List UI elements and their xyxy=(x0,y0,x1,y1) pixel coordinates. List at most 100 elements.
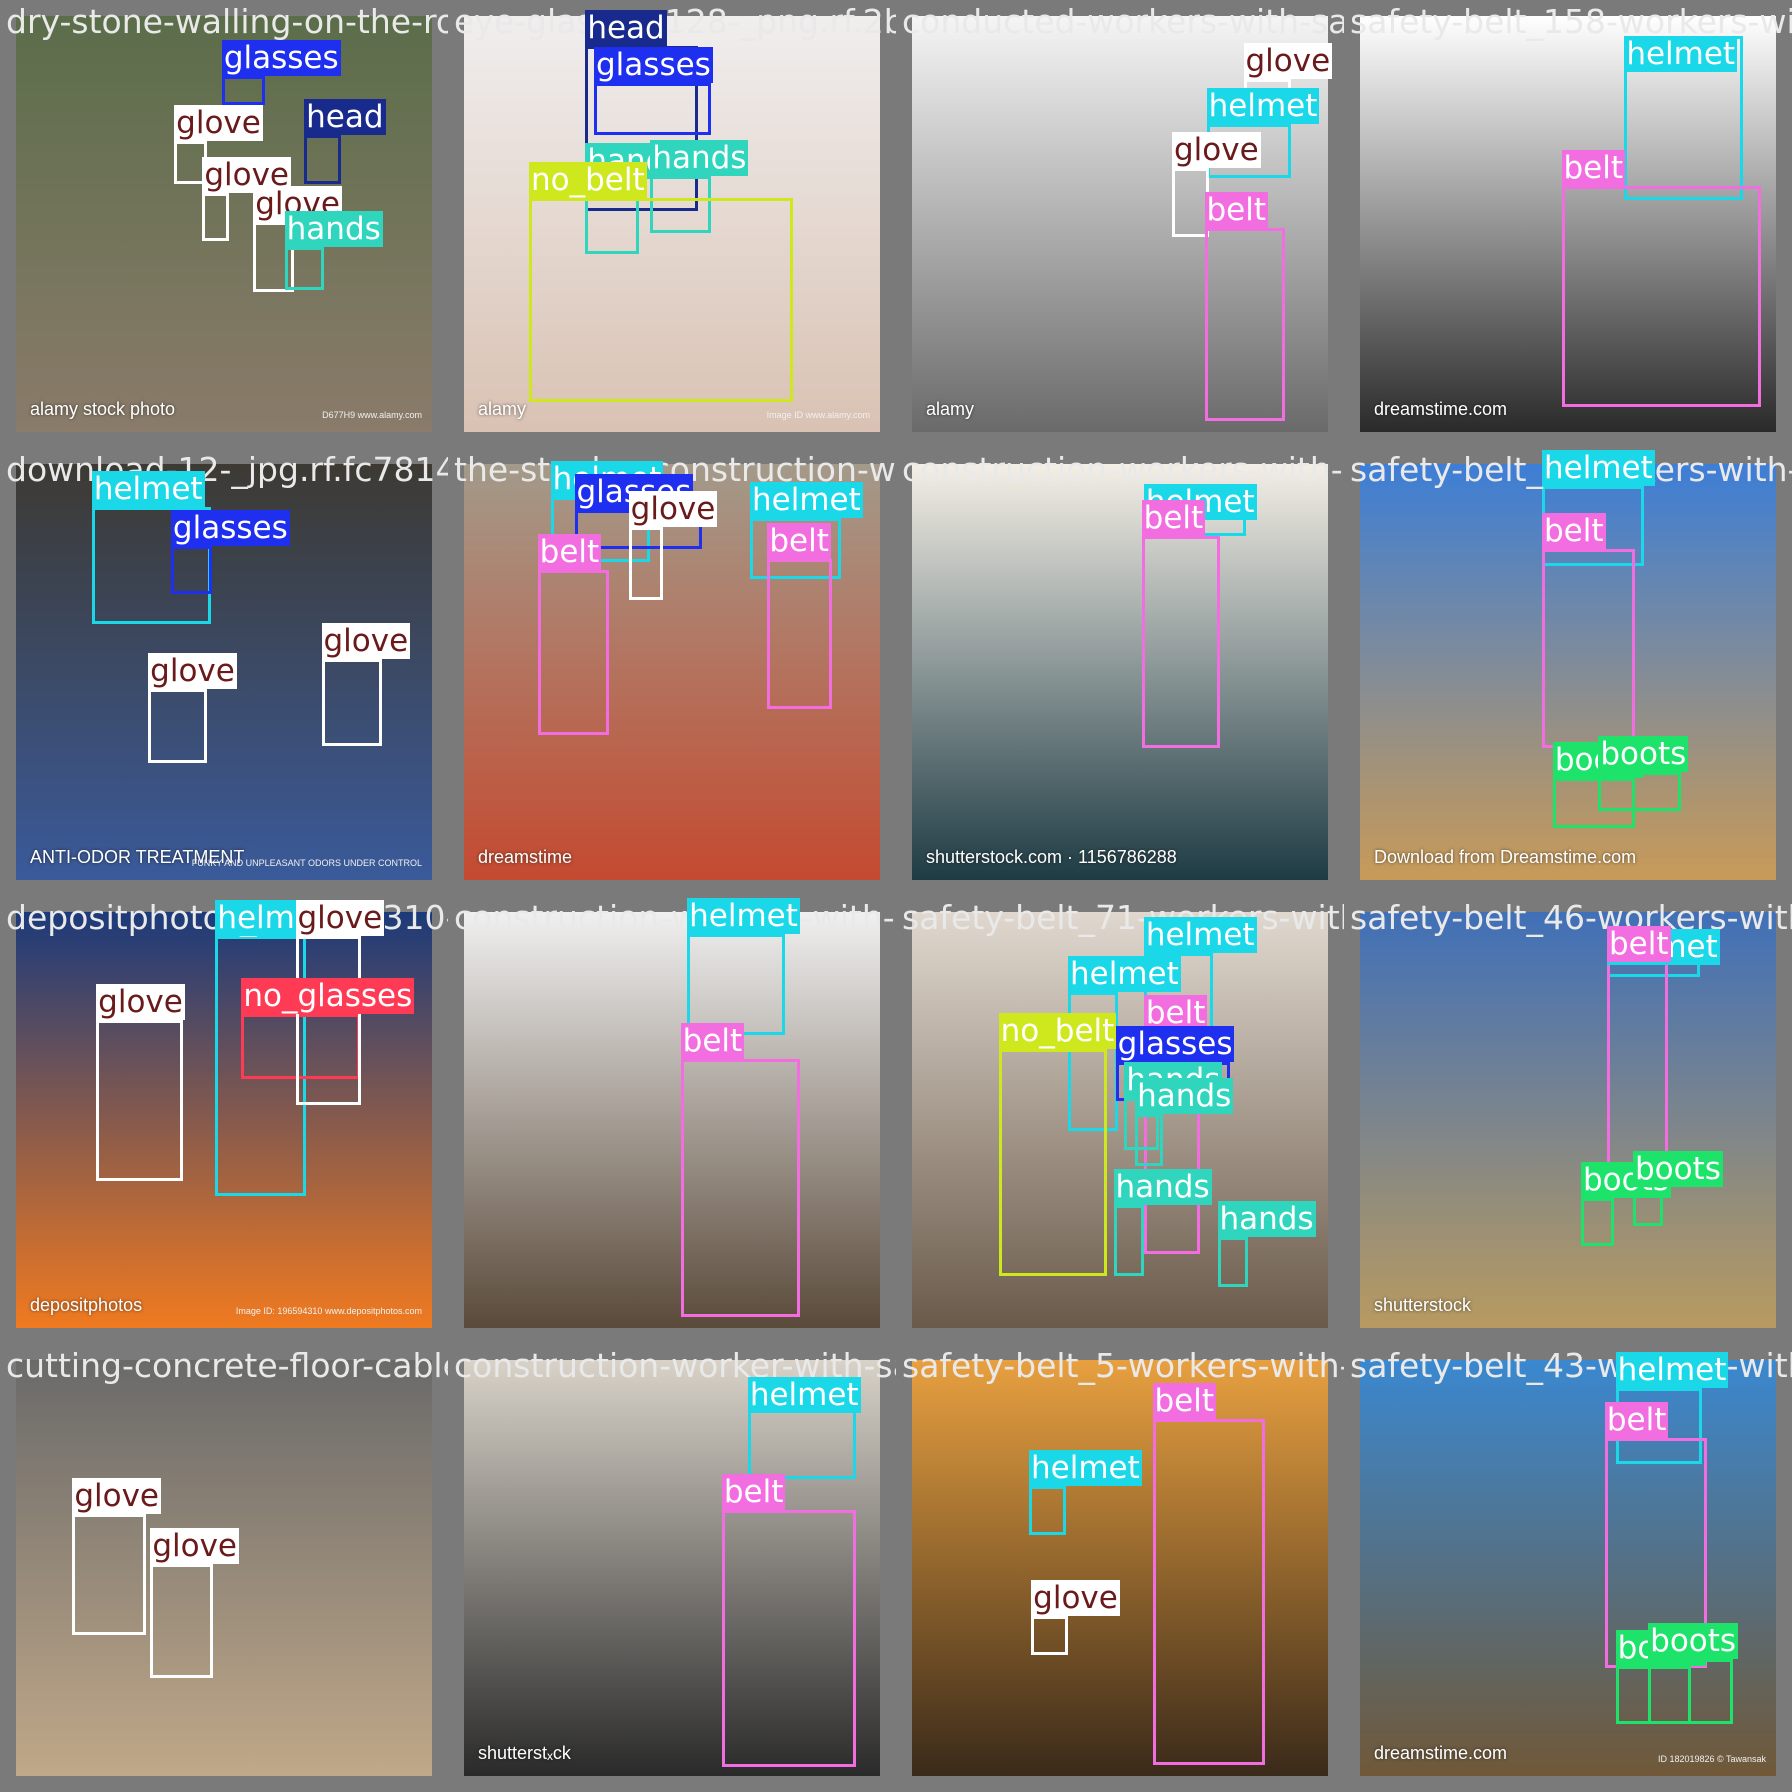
watermark-text: dreamstime xyxy=(478,847,573,867)
detection-box xyxy=(148,689,207,763)
tile-filename: download-12-_jpg.rf.fc78143 xyxy=(6,450,448,489)
detection-box xyxy=(1031,1615,1068,1655)
detection-label: boots xyxy=(1598,735,1689,772)
detection-label: helmet xyxy=(1206,88,1320,125)
detection-label: helmet xyxy=(1029,1449,1142,1486)
detection-label: glove xyxy=(1243,42,1333,79)
detection-box xyxy=(150,1563,214,1679)
detection-box xyxy=(321,659,383,746)
detection-label: no_glasses xyxy=(241,977,415,1014)
detection-label: belt xyxy=(1542,512,1606,549)
detection-label: no_belt xyxy=(998,1012,1117,1049)
detection-box xyxy=(1542,548,1636,748)
detection-label: belt xyxy=(680,1023,745,1060)
watermark-text: shutterstₓck xyxy=(478,1743,571,1763)
watermark-text: dreamstime.com xyxy=(1374,399,1508,419)
tile-filename: safety-belt_5-workers-with-safety xyxy=(902,1346,1344,1385)
watermark-text: shutterstock xyxy=(1374,1295,1472,1315)
detection-box xyxy=(1135,1113,1164,1166)
detection-box xyxy=(295,935,361,1105)
detection-label: helmet xyxy=(1615,1352,1729,1389)
tile-filename: construction-workers-with-safety xyxy=(902,450,1344,489)
detection-label: helmet xyxy=(1624,35,1738,72)
detection-label: glove xyxy=(628,490,718,527)
watermark-text: alamy stock photo xyxy=(30,399,176,419)
detection-label: helmet xyxy=(1068,956,1181,993)
detection-label: helmet xyxy=(747,1377,861,1414)
mosaic-tile: helmet helmet belt no_belt glasses hands hands… xyxy=(896,896,1344,1344)
detection-box xyxy=(687,933,785,1036)
watermark-text: alamy xyxy=(478,399,527,419)
detection-label: belt xyxy=(1607,925,1671,962)
watermark-text: shutterstock.com · 1156786288 xyxy=(926,847,1177,867)
detection-box xyxy=(680,1059,800,1318)
detection-label: hands xyxy=(1113,1168,1212,1205)
detection-box xyxy=(998,1048,1107,1276)
mosaic-tile: shutterstₓck helmet belt construction-worke… xyxy=(448,1344,896,1792)
detection-box xyxy=(1607,961,1668,1170)
detection-mosaic: alamy stock photo D677H9 www.alamy.com gla… xyxy=(0,0,1792,1792)
tile-filename: dry-stone-walling-on-the-roadside xyxy=(6,2,448,41)
detection-box xyxy=(1204,228,1285,422)
watermark-small-text: D677H9 www.alamy.com xyxy=(322,410,422,420)
tile-filename: conducted-workers-with-safety-belt_779 xyxy=(902,2,1344,41)
mosaic-tile: alamy stock photo D677H9 www.alamy.com gla… xyxy=(0,0,448,448)
mosaic-tile: depositphotos Image ID: 196594310 www.dep… xyxy=(0,896,448,1344)
tile-filename: construction-workers-with-safety xyxy=(454,898,896,937)
detection-label: glove xyxy=(150,1527,240,1564)
detection-label: glove xyxy=(321,623,411,659)
detection-label: helmet xyxy=(687,897,800,934)
detection-label: head xyxy=(304,99,386,136)
detection-box xyxy=(594,83,711,136)
watermark-small-text: ID 182019826 © Tawansak xyxy=(1657,1754,1766,1764)
detection-box xyxy=(284,246,324,291)
detection-label: belt xyxy=(1204,192,1269,229)
detection-box xyxy=(537,570,610,735)
detection-label: glove xyxy=(174,104,263,141)
mosaic-tile: ANTI-ODOR TREATMENT FUNKY AND UNPLEASANT … xyxy=(0,448,448,896)
mosaic-tile: dreamstimehelmetglassesglovehelmetbeltbe… xyxy=(448,448,896,896)
mosaic-tile: alamy glove helmet glove belt conducted-worke… xyxy=(896,0,1344,448)
tile-filename: cutting-concrete-floor-cable-laying xyxy=(6,1346,448,1385)
detection-box xyxy=(529,198,794,402)
watermark-small-text: FUNKY AND UNPLEASANT ODORS UNDER CONTROL xyxy=(191,858,422,868)
watermark-small-text: Image ID www.alamy.com xyxy=(766,410,870,420)
detection-box xyxy=(72,1513,146,1636)
detection-box xyxy=(170,546,213,594)
detection-box xyxy=(96,1020,183,1181)
detection-box xyxy=(628,526,664,601)
tile-filename: eye-glasses_128-_png.rf.2b0c xyxy=(454,2,896,41)
detection-label: hands xyxy=(1135,1077,1234,1114)
detection-label: helmet xyxy=(1143,917,1257,954)
watermark-text: alamy xyxy=(926,399,975,419)
detection-label: hands xyxy=(284,210,383,247)
tile-filename: safety-belt_46-workers-with-safety xyxy=(1350,898,1792,937)
mosaic-tile: helmet belt glove safety-belt_5-workers-wit… xyxy=(896,1344,1344,1792)
mosaic-tile: shutterstock.com · 1156786288helmetbeltc… xyxy=(896,448,1344,896)
detection-label: glasses xyxy=(594,47,713,84)
detection-label: belt xyxy=(1561,150,1626,187)
detection-box xyxy=(1141,535,1220,748)
detection-label: head xyxy=(585,10,667,47)
detection-box xyxy=(1217,1237,1248,1287)
detection-label: glove xyxy=(96,984,185,1021)
scene-photo: shutterstock.com · 1156786288 xyxy=(912,464,1328,880)
mosaic-tile: dreamstime.com helmet belt safety-belt_158-… xyxy=(1344,0,1792,448)
detection-label: glasses xyxy=(1115,1025,1235,1062)
detection-label: belt xyxy=(1152,1382,1217,1419)
detection-label: glove xyxy=(1172,131,1261,168)
detection-label: glove xyxy=(72,1477,162,1514)
detection-label: helmet xyxy=(750,482,863,519)
detection-box xyxy=(721,1509,857,1768)
detection-box xyxy=(1561,186,1761,408)
watermark-text: depositphotos xyxy=(30,1295,143,1315)
scene-photo: shutterstock xyxy=(1360,912,1776,1328)
detection-label: glasses xyxy=(170,510,290,547)
detection-label: belt xyxy=(767,523,831,560)
detection-label: helmet xyxy=(1542,449,1655,486)
detection-box xyxy=(767,559,833,709)
tile-filename: safety-belt_71-workers-with-safety xyxy=(902,898,1344,937)
watermark-small-text: Image ID: 196594310 www.depositphotos.co… xyxy=(235,1306,422,1316)
detection-label: belt xyxy=(537,534,602,571)
mosaic-tile: helmet belt construction-workers-with-safe… xyxy=(448,896,896,1344)
